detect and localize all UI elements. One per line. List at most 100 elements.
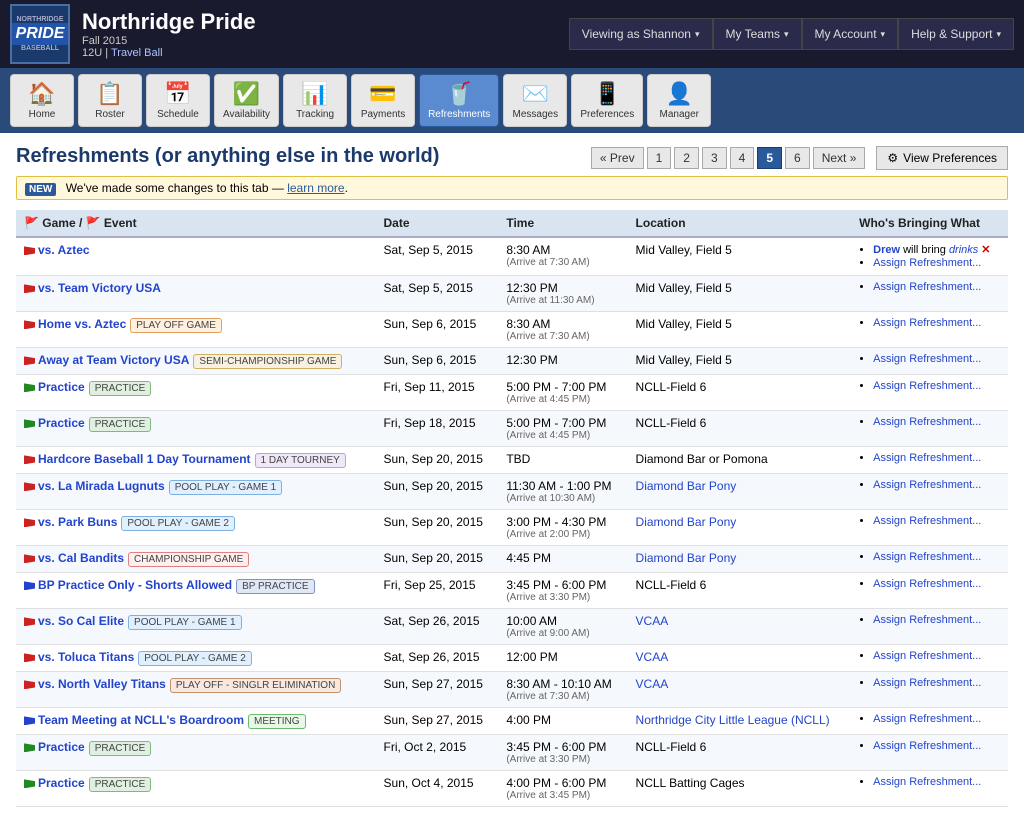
who-list: Assign Refreshment... <box>859 740 1000 752</box>
event-link[interactable]: vs. Park Buns <box>38 515 117 529</box>
page-4-button[interactable]: 4 <box>730 147 755 169</box>
header: NORTHRIDGE PRIDE BASEBALL Northridge Pri… <box>0 0 1024 68</box>
nav-availability[interactable]: ✅ Availability <box>214 74 279 127</box>
time-value: 4:00 PM - 6:00 PM <box>506 776 619 790</box>
event-link[interactable]: vs. Team Victory USA <box>38 281 161 295</box>
nav-messages-label: Messages <box>513 109 559 120</box>
time-value: TBD <box>506 452 619 466</box>
event-tag: CHAMPIONSHIP GAME <box>128 552 249 567</box>
assign-refreshment-link[interactable]: Assign Refreshment... <box>873 776 981 788</box>
home-icon: 🏠 <box>28 81 55 107</box>
event-cell: Hardcore Baseball 1 Day Tournament 1 DAY … <box>16 447 376 474</box>
event-link[interactable]: vs. So Cal Elite <box>38 614 124 628</box>
header-row: 🚩 Game / 🚩 Event Date Time Location Who'… <box>16 210 1008 237</box>
event-link[interactable]: vs. La Mirada Lugnuts <box>38 479 165 493</box>
event-tag: 1 DAY TOURNEY <box>255 453 346 468</box>
assign-refreshment-link[interactable]: Assign Refreshment... <box>873 578 981 590</box>
event-link[interactable]: vs. Cal Bandits <box>38 551 124 565</box>
event-link[interactable]: Away at Team Victory USA <box>38 353 189 367</box>
event-link[interactable]: Practice <box>38 776 85 790</box>
event-link[interactable]: vs. North Valley Titans <box>38 677 166 691</box>
location-link[interactable]: VCAA <box>636 650 669 664</box>
page-1-button[interactable]: 1 <box>647 147 672 169</box>
event-link[interactable]: Team Meeting at NCLL's Boardroom <box>38 713 244 727</box>
event-link[interactable]: Home vs. Aztec <box>38 317 126 331</box>
event-cell: vs. Cal Bandits CHAMPIONSHIP GAME <box>16 546 376 573</box>
location-cell: NCLL-Field 6 <box>628 411 852 447</box>
nav-messages[interactable]: ✉️ Messages <box>503 74 567 127</box>
location-link[interactable]: Diamond Bar Pony <box>636 551 737 565</box>
assign-refreshment-link[interactable]: Assign Refreshment... <box>873 452 981 464</box>
event-link[interactable]: Hardcore Baseball 1 Day Tournament <box>38 452 251 466</box>
assign-refreshment-link[interactable]: Assign Refreshment... <box>873 479 981 491</box>
date-cell: Sun, Sep 20, 2015 <box>376 474 499 510</box>
location-link[interactable]: Diamond Bar Pony <box>636 515 737 529</box>
nav-preferences[interactable]: 📱 Preferences <box>571 74 643 127</box>
prefs-icon: ⚙ <box>887 151 898 165</box>
prev-page-button[interactable]: « Prev <box>591 147 644 169</box>
viewing-as-button[interactable]: Viewing as Shannon ▾ <box>569 18 713 50</box>
nav-manager[interactable]: 👤 Manager <box>647 74 711 127</box>
who-list: Assign Refreshment... <box>859 317 1000 329</box>
time-value: 12:30 PM <box>506 353 619 367</box>
time-cell: 4:00 PM - 6:00 PM(Arrive at 3:45 PM) <box>498 771 627 807</box>
who-cell: Assign Refreshment... <box>851 672 1008 708</box>
assign-refreshment-link[interactable]: Assign Refreshment... <box>873 317 981 329</box>
event-tag: POOL PLAY - GAME 2 <box>121 516 235 531</box>
assign-refreshment-link[interactable]: Assign Refreshment... <box>873 353 981 365</box>
assign-refreshment-link[interactable]: Assign Refreshment... <box>873 614 981 626</box>
assign-refreshment-link[interactable]: Assign Refreshment... <box>873 677 981 689</box>
my-account-arrow: ▾ <box>881 29 886 40</box>
event-link[interactable]: Practice <box>38 740 85 754</box>
date-cell: Sun, Sep 6, 2015 <box>376 312 499 348</box>
event-link[interactable]: Practice <box>38 416 85 430</box>
my-teams-button[interactable]: My Teams ▾ <box>713 18 802 50</box>
my-account-button[interactable]: My Account ▾ <box>802 18 899 50</box>
help-support-button[interactable]: Help & Support ▾ <box>898 18 1014 50</box>
date-cell: Fri, Sep 11, 2015 <box>376 375 499 411</box>
event-link[interactable]: vs. Aztec <box>38 243 90 257</box>
event-link[interactable]: vs. Toluca Titans <box>38 650 134 664</box>
remove-button[interactable]: ✕ <box>981 244 990 256</box>
nav-home[interactable]: 🏠 Home <box>10 74 74 127</box>
page-2-button[interactable]: 2 <box>674 147 699 169</box>
who-cell: Assign Refreshment... <box>851 735 1008 771</box>
assign-refreshment-link[interactable]: Assign Refreshment... <box>873 713 981 725</box>
assign-refreshment-link[interactable]: Assign Refreshment... <box>873 515 981 527</box>
assign-refreshment-link[interactable]: Assign Refreshment... <box>873 650 981 662</box>
location-link[interactable]: VCAA <box>636 677 669 691</box>
page-6-button[interactable]: 6 <box>785 147 810 169</box>
assign-refreshment-link[interactable]: Assign Refreshment... <box>873 380 981 392</box>
event-cell: PracticePRACTICE <box>16 735 376 771</box>
assign-refreshment-link[interactable]: Assign Refreshment... <box>873 551 981 563</box>
nav-schedule[interactable]: 📅 Schedule <box>146 74 210 127</box>
time-value: 3:00 PM - 4:30 PM <box>506 515 619 529</box>
event-link[interactable]: Practice <box>38 380 85 394</box>
assign-refreshment-link[interactable]: Assign Refreshment... <box>873 416 981 428</box>
learn-more-link[interactable]: learn more <box>287 181 344 195</box>
travel-ball-link[interactable]: Travel Ball <box>111 47 163 59</box>
location-link[interactable]: VCAA <box>636 614 669 628</box>
assign-refreshment-link[interactable]: Assign Refreshment... <box>873 740 981 752</box>
new-message-text: We've made some changes to this tab — <box>66 181 284 195</box>
item-link[interactable]: drinks <box>949 244 978 256</box>
who-list: Assign Refreshment... <box>859 614 1000 626</box>
assign-refreshment-link[interactable]: Assign Refreshment... <box>873 257 981 269</box>
location-link[interactable]: Diamond Bar Pony <box>636 479 737 493</box>
new-label-badge: NEW <box>25 183 56 196</box>
person-link[interactable]: Drew <box>873 244 900 256</box>
table-row: Away at Team Victory USA SEMI-CHAMPIONSHI… <box>16 348 1008 375</box>
page-5-button[interactable]: 5 <box>757 147 782 169</box>
location-link[interactable]: Northridge City Little League (NCLL) <box>636 713 830 727</box>
nav-payments[interactable]: 💳 Payments <box>351 74 415 127</box>
view-preferences-button[interactable]: ⚙ View Preferences <box>876 146 1008 170</box>
who-cell: Assign Refreshment... <box>851 708 1008 735</box>
next-page-button[interactable]: Next » <box>813 147 866 169</box>
nav-refreshments[interactable]: 🥤 Refreshments <box>419 74 499 127</box>
nav-tracking[interactable]: 📊 Tracking <box>283 74 347 127</box>
event-tag: SEMI-CHAMPIONSHIP GAME <box>193 354 342 369</box>
nav-roster[interactable]: 📋 Roster <box>78 74 142 127</box>
assign-refreshment-link[interactable]: Assign Refreshment... <box>873 281 981 293</box>
page-3-button[interactable]: 3 <box>702 147 727 169</box>
event-link[interactable]: BP Practice Only - Shorts Allowed <box>38 578 232 592</box>
